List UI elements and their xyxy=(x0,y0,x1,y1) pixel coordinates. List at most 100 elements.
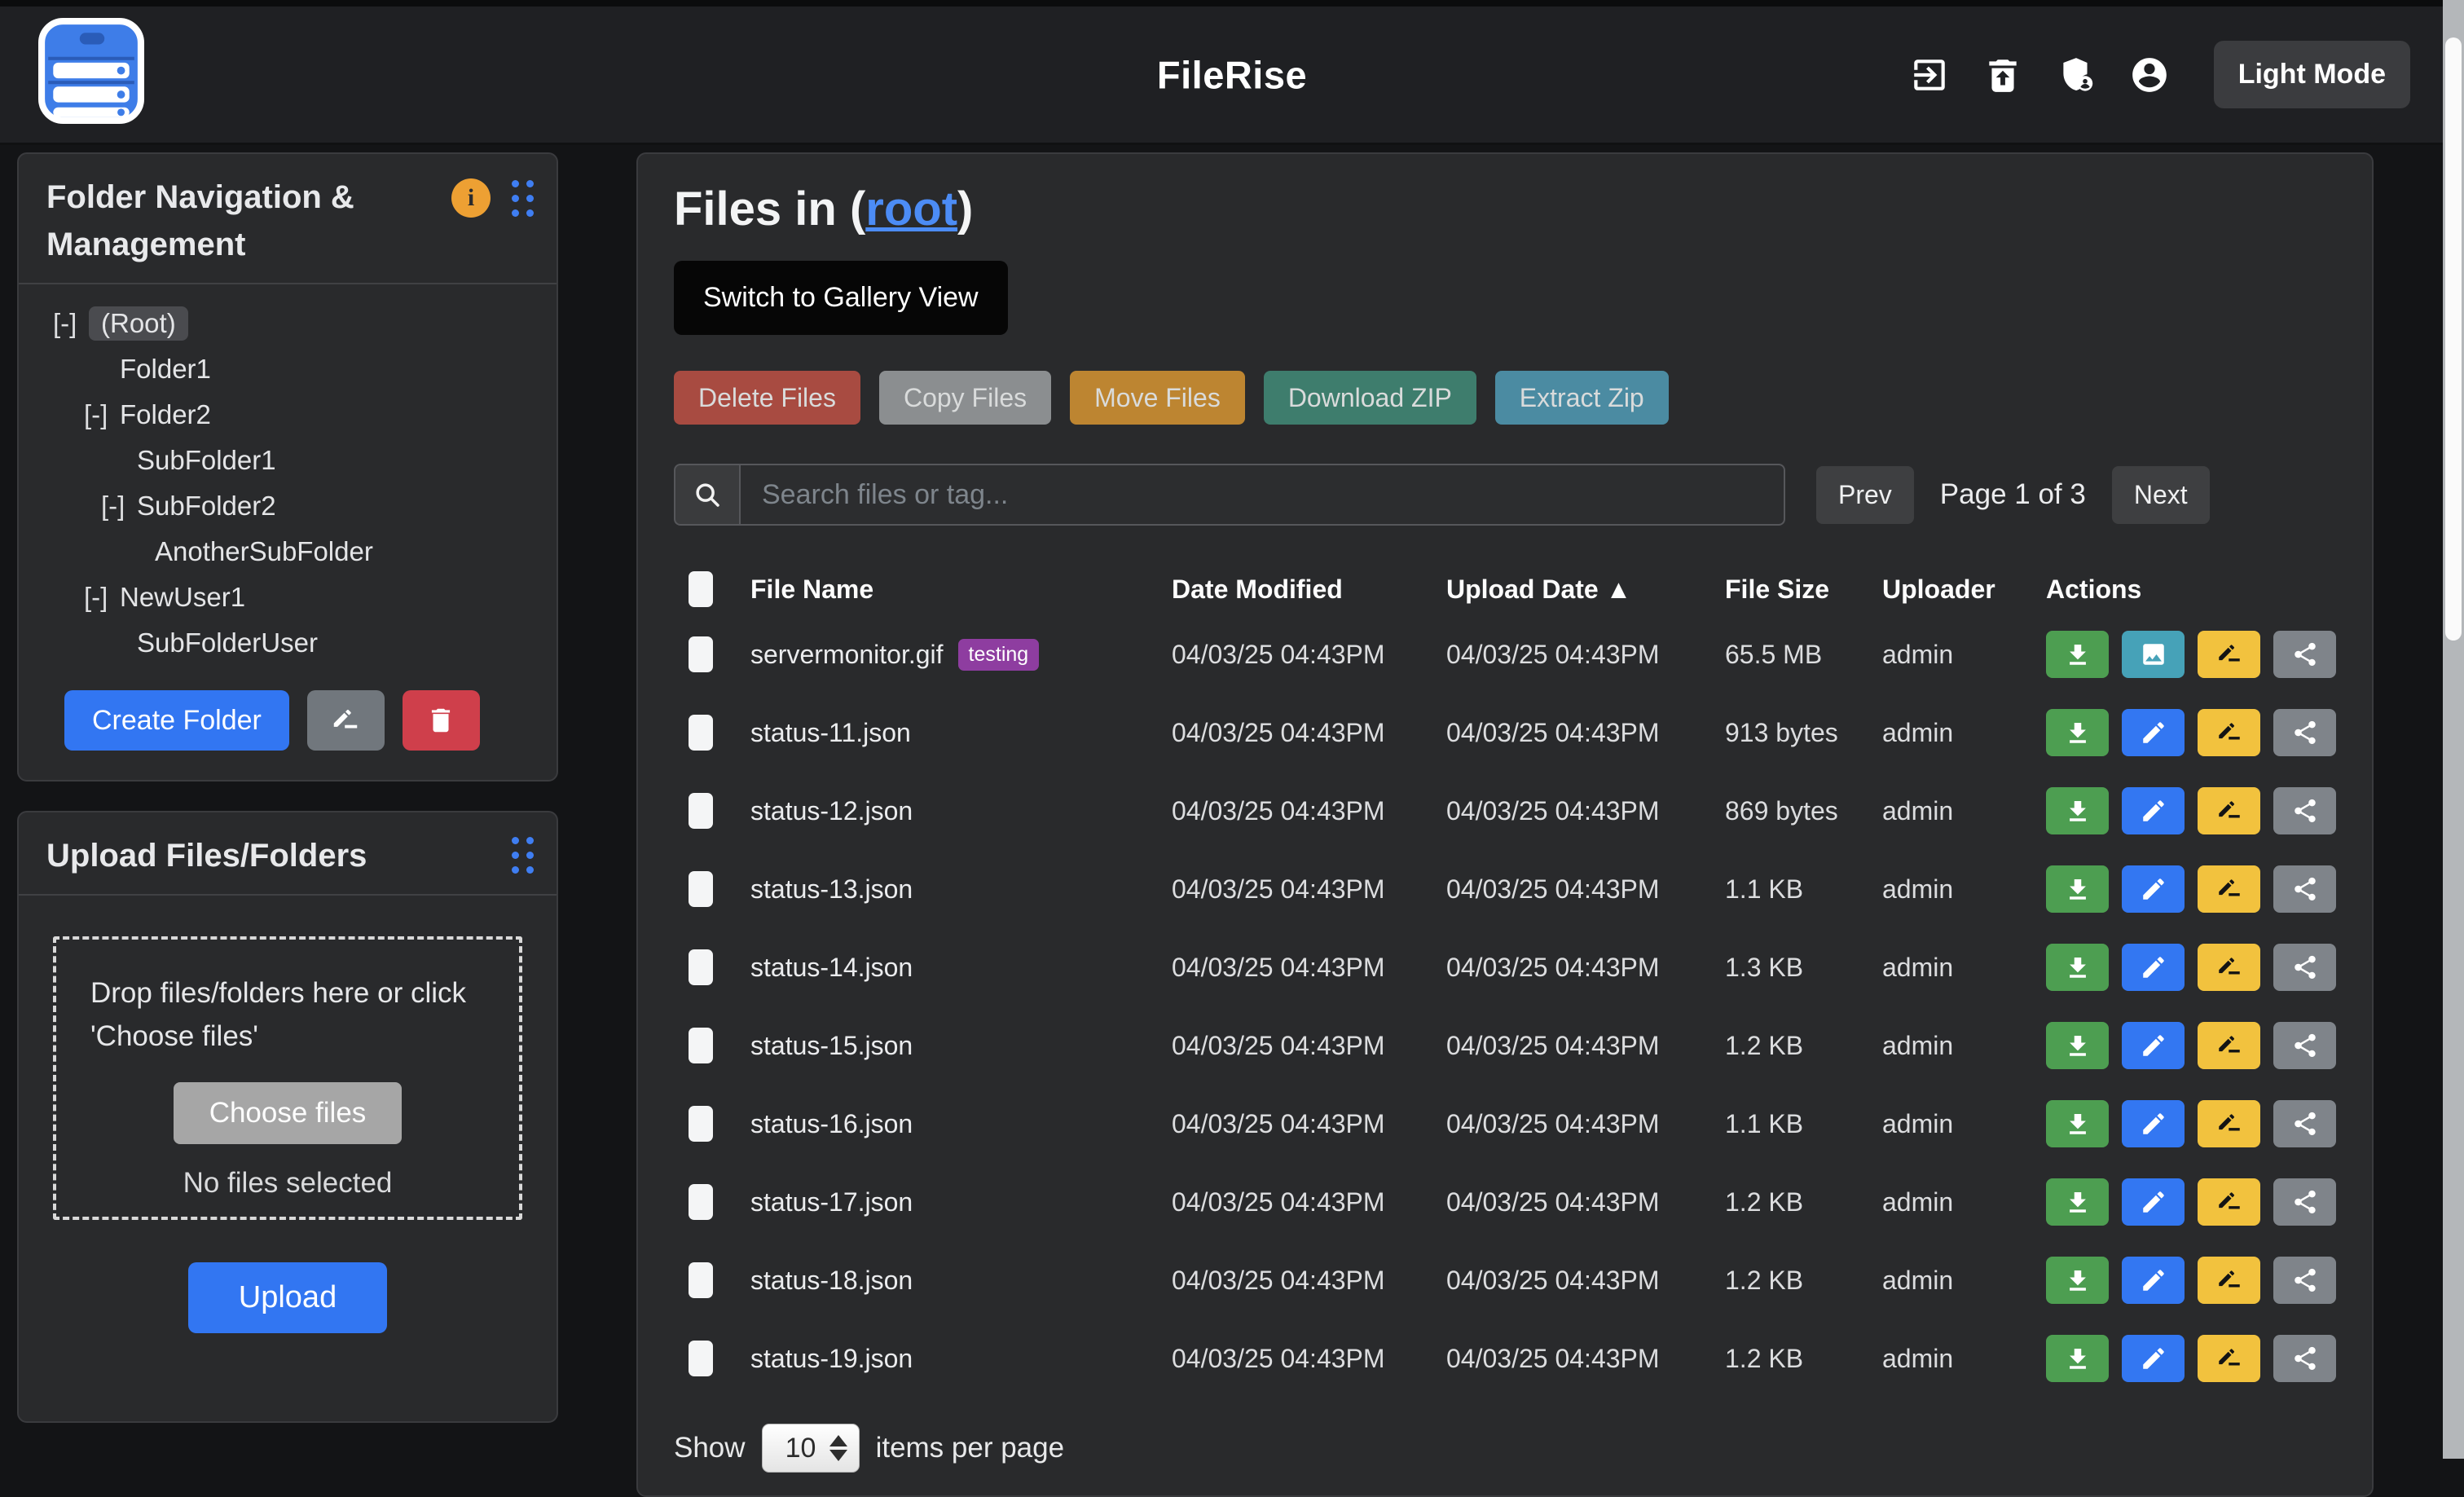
column-header-file-name[interactable]: File Name xyxy=(750,575,1172,605)
search-input[interactable] xyxy=(739,464,1785,526)
tree-item-folder1[interactable]: Folder1 xyxy=(19,346,557,392)
row-checkbox[interactable] xyxy=(689,1028,713,1063)
file-name[interactable]: status-19.json xyxy=(750,1344,913,1373)
logout-icon[interactable] xyxy=(1909,55,1950,95)
prev-page-button[interactable]: Prev xyxy=(1816,466,1914,524)
edit-file-button[interactable] xyxy=(2122,1335,2185,1382)
row-checkbox[interactable] xyxy=(689,1341,713,1376)
root-folder-link[interactable]: root xyxy=(865,183,957,236)
scrollbar-thumb[interactable] xyxy=(2445,37,2462,641)
file-name[interactable]: status-13.json xyxy=(750,874,913,904)
row-checkbox[interactable] xyxy=(689,636,713,672)
edit-file-button[interactable] xyxy=(2122,1257,2185,1304)
switch-gallery-view-button[interactable]: Switch to Gallery View xyxy=(674,261,1008,335)
download-button[interactable] xyxy=(2046,631,2109,678)
next-page-button[interactable]: Next xyxy=(2112,466,2210,524)
download-button[interactable] xyxy=(2046,1257,2109,1304)
row-checkbox[interactable] xyxy=(689,793,713,829)
rename-file-button[interactable] xyxy=(2198,1178,2260,1226)
share-file-button[interactable] xyxy=(2273,787,2336,834)
share-file-button[interactable] xyxy=(2273,631,2336,678)
file-name[interactable]: status-14.json xyxy=(750,953,913,982)
rename-file-button[interactable] xyxy=(2198,787,2260,834)
search-button[interactable] xyxy=(674,464,739,526)
edit-file-button[interactable] xyxy=(2122,787,2185,834)
download-button[interactable] xyxy=(2046,944,2109,991)
edit-file-button[interactable] xyxy=(2122,865,2185,913)
create-folder-button[interactable]: Create Folder xyxy=(64,690,289,751)
rename-file-button[interactable] xyxy=(2198,631,2260,678)
rename-file-button[interactable] xyxy=(2198,1257,2260,1304)
tree-item-subfolderuser[interactable]: SubFolderUser xyxy=(19,620,557,666)
collapse-toggle[interactable]: [-] xyxy=(84,582,120,613)
account-icon[interactable] xyxy=(2129,55,2170,95)
restore-trash-icon[interactable] xyxy=(1982,55,2023,95)
row-checkbox[interactable] xyxy=(689,871,713,907)
drag-handle-icon[interactable] xyxy=(512,837,534,874)
column-header-date-modified[interactable]: Date Modified xyxy=(1172,575,1446,605)
column-header-uploader[interactable]: Uploader xyxy=(1882,575,2046,605)
rename-file-button[interactable] xyxy=(2198,1022,2260,1069)
file-name[interactable]: servermonitor.gif xyxy=(750,640,944,669)
tree-item-newuser1[interactable]: [-]NewUser1 xyxy=(19,575,557,620)
download-button[interactable] xyxy=(2046,1178,2109,1226)
download-button[interactable] xyxy=(2046,1100,2109,1147)
column-header-upload-date[interactable]: Upload Date ▲ xyxy=(1446,575,1725,605)
tree-item-folder2[interactable]: [-]Folder2 xyxy=(19,392,557,438)
tree-item-anothersubfolder[interactable]: AnotherSubFolder xyxy=(19,529,557,575)
download-button[interactable] xyxy=(2046,865,2109,913)
file-name[interactable]: status-16.json xyxy=(750,1109,913,1138)
rename-file-button[interactable] xyxy=(2198,709,2260,756)
rename-file-button[interactable] xyxy=(2198,944,2260,991)
upload-button[interactable]: Upload xyxy=(188,1262,387,1333)
rename-file-button[interactable] xyxy=(2198,1335,2260,1382)
rename-folder-button[interactable] xyxy=(307,690,385,751)
share-file-button[interactable] xyxy=(2273,1257,2336,1304)
drag-handle-icon[interactable] xyxy=(512,180,534,217)
collapse-toggle[interactable]: [-] xyxy=(101,491,137,522)
tree-item-subfolder2[interactable]: [-]SubFolder2 xyxy=(19,483,557,529)
share-file-button[interactable] xyxy=(2273,1335,2336,1382)
share-file-button[interactable] xyxy=(2273,709,2336,756)
light-mode-button[interactable]: Light Mode xyxy=(2214,41,2410,108)
preview-image-button[interactable] xyxy=(2122,631,2185,678)
edit-file-button[interactable] xyxy=(2122,1100,2185,1147)
share-file-button[interactable] xyxy=(2273,944,2336,991)
row-checkbox[interactable] xyxy=(689,715,713,751)
file-name[interactable]: status-17.json xyxy=(750,1187,913,1217)
tree-item-subfolder1[interactable]: SubFolder1 xyxy=(19,438,557,483)
delete-folder-button[interactable] xyxy=(403,690,480,751)
move-files-button[interactable]: Move Files xyxy=(1070,371,1245,425)
row-checkbox[interactable] xyxy=(689,1106,713,1142)
copy-files-button[interactable]: Copy Files xyxy=(879,371,1051,425)
file-name[interactable]: status-12.json xyxy=(750,796,913,826)
column-header-file-size[interactable]: File Size xyxy=(1725,575,1882,605)
download-button[interactable] xyxy=(2046,787,2109,834)
file-dropzone[interactable]: Drop files/folders here or click 'Choose… xyxy=(53,936,522,1220)
row-checkbox[interactable] xyxy=(689,1262,713,1298)
collapse-toggle[interactable]: [-] xyxy=(84,399,120,430)
file-name[interactable]: status-11.json xyxy=(750,718,911,747)
row-checkbox[interactable] xyxy=(689,949,713,985)
download-button[interactable] xyxy=(2046,709,2109,756)
edit-file-button[interactable] xyxy=(2122,944,2185,991)
edit-file-button[interactable] xyxy=(2122,1178,2185,1226)
select-all-checkbox[interactable] xyxy=(689,571,713,607)
share-file-button[interactable] xyxy=(2273,1178,2336,1226)
delete-files-button[interactable]: Delete Files xyxy=(674,371,860,425)
rename-file-button[interactable] xyxy=(2198,1100,2260,1147)
rename-file-button[interactable] xyxy=(2198,865,2260,913)
file-name[interactable]: status-18.json xyxy=(750,1266,913,1295)
admin-shield-icon[interactable] xyxy=(2056,55,2097,95)
share-file-button[interactable] xyxy=(2273,1022,2336,1069)
share-file-button[interactable] xyxy=(2273,865,2336,913)
items-per-page-select[interactable]: 10 xyxy=(762,1424,860,1473)
file-name[interactable]: status-15.json xyxy=(750,1031,913,1060)
choose-files-button[interactable]: Choose files xyxy=(174,1082,403,1144)
edit-file-button[interactable] xyxy=(2122,709,2185,756)
info-icon[interactable]: i xyxy=(451,178,491,218)
download-zip-button[interactable]: Download ZIP xyxy=(1264,371,1476,425)
download-button[interactable] xyxy=(2046,1335,2109,1382)
window-scrollbar[interactable] xyxy=(2443,0,2464,1459)
download-button[interactable] xyxy=(2046,1022,2109,1069)
